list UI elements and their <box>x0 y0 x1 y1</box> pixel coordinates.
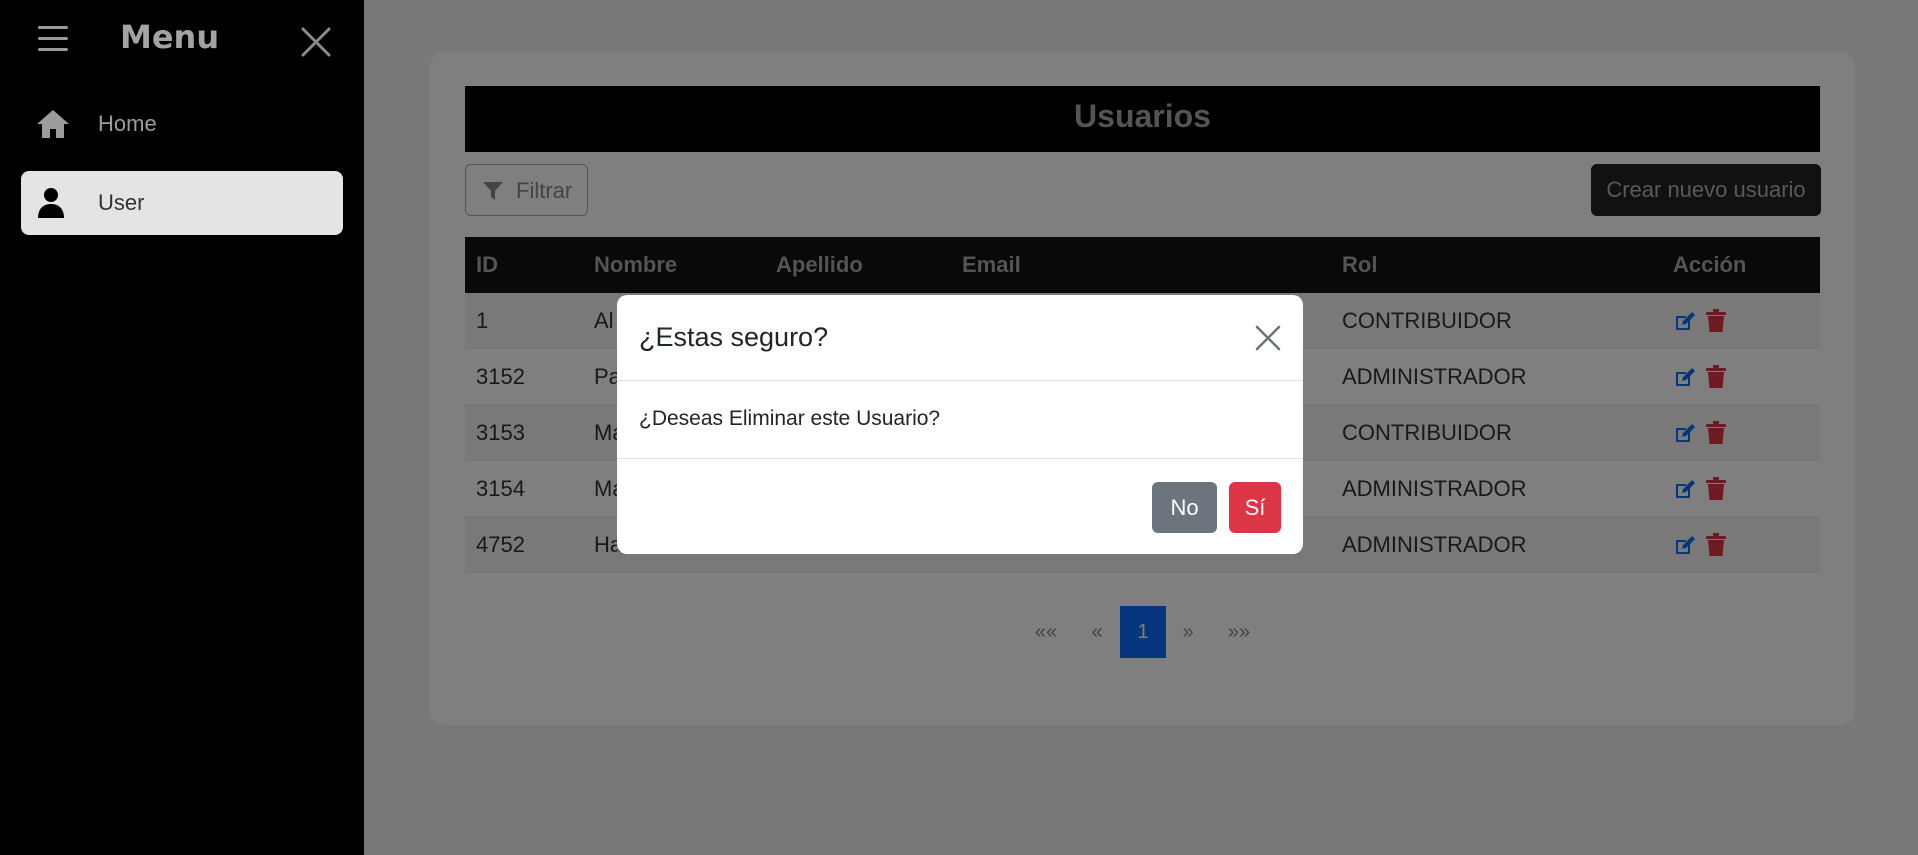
close-icon[interactable] <box>1255 325 1281 351</box>
home-icon <box>35 108 71 140</box>
modal-body: ¿Deseas Eliminar este Usuario? <box>639 407 941 430</box>
modal-footer: No Sí <box>617 458 1303 554</box>
yes-button[interactable]: Sí <box>1229 482 1281 533</box>
modal-header: ¿Estas seguro? <box>617 295 1303 381</box>
close-icon[interactable] <box>300 26 332 58</box>
user-icon <box>35 187 71 219</box>
sidebar-item-user[interactable]: User <box>21 171 343 235</box>
sidebar-item-label: User <box>98 190 145 215</box>
confirm-delete-modal: ¿Estas seguro? ¿Deseas Eliminar este Usu… <box>617 295 1303 554</box>
sidebar-title: Menu <box>120 18 220 56</box>
sidebar-item-label: Home <box>98 111 157 136</box>
modal-title: ¿Estas seguro? <box>639 322 829 352</box>
sidebar: Menu Home User <box>0 0 364 855</box>
hamburger-menu-icon[interactable] <box>38 26 68 52</box>
no-button[interactable]: No <box>1152 482 1217 533</box>
sidebar-item-home[interactable]: Home <box>21 92 343 156</box>
sidebar-header: Menu <box>0 0 364 82</box>
